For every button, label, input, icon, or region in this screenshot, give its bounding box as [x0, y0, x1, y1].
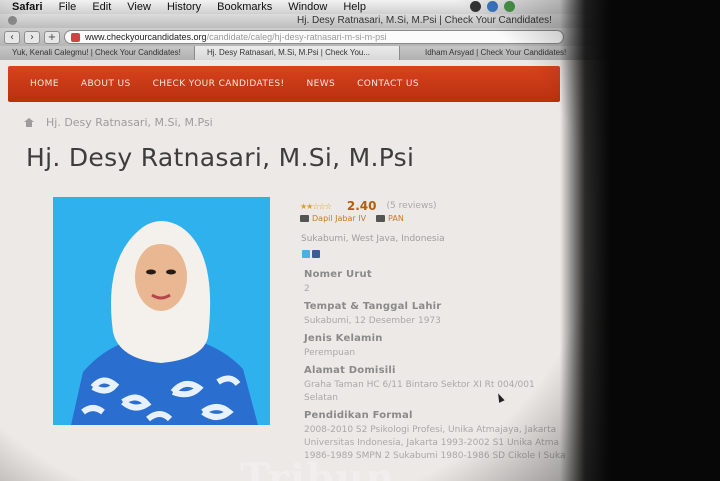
- status-icon-1[interactable]: [470, 1, 481, 12]
- field-value-pendidikan-2: Universitas Indonesia, Jakarta 1993-2002…: [304, 438, 559, 448]
- field-value-jenis-kelamin: Perempuan: [304, 348, 356, 358]
- tab-bar: Yuk, Kenali Calegmu! | Check Your Candid…: [0, 46, 720, 60]
- field-label-nomer-urut: Nomer Urut: [304, 269, 372, 280]
- tag-dapil-label: Dapil Jabar IV: [312, 214, 367, 223]
- breadcrumb-current: Hj. Desy Ratnasari, M.Si, M.Psi: [46, 116, 213, 129]
- social-links: [302, 250, 320, 258]
- status-icon-3[interactable]: [504, 1, 515, 12]
- nav-home[interactable]: HOME: [30, 79, 59, 89]
- folder-icon: [376, 215, 386, 222]
- url-path: /candidate/caleg/hj-desy-ratnasari-m-si-…: [206, 32, 387, 42]
- menu-app-safari[interactable]: Safari: [12, 1, 43, 13]
- field-label-jenis-kelamin: Jenis Kelamin: [304, 333, 383, 344]
- window-title: Hj. Desy Ratnasari, M.Si, M.Psi | Check …: [297, 15, 552, 26]
- field-value-alamat-2: Selatan: [304, 393, 339, 403]
- forward-arrow-icon[interactable]: ›: [24, 30, 40, 44]
- browser-screen: Safari File Edit View History Bookmarks …: [0, 0, 720, 481]
- window-close-icon[interactable]: [8, 16, 17, 25]
- twitter-icon[interactable]: [302, 250, 310, 258]
- menu-view[interactable]: View: [127, 1, 151, 13]
- candidate-location: Sukabumi, West Java, Indonesia: [301, 234, 445, 244]
- window-titlebar: Hj. Desy Ratnasari, M.Si, M.Psi | Check …: [0, 14, 720, 28]
- nav-news[interactable]: NEWS: [306, 79, 335, 89]
- mac-menubar: Safari File Edit View History Bookmarks …: [0, 0, 720, 14]
- candidate-photo: [53, 197, 270, 425]
- status-icons: [470, 1, 515, 12]
- tab-idham-arsyad[interactable]: Idham Arsyad | Check Your Candidates!: [400, 46, 720, 60]
- menu-file[interactable]: File: [59, 1, 77, 13]
- main-nav: HOME ABOUT US CHECK YOUR CANDIDATES! NEW…: [8, 66, 560, 102]
- tab-kenali-calegmu[interactable]: Yuk, Kenali Calegmu! | Check Your Candid…: [0, 46, 195, 60]
- mouse-cursor-icon: [495, 392, 505, 403]
- field-value-alamat: Graha Taman HC 6/11 Bintaro Sektor XI Rt…: [304, 380, 535, 390]
- status-icon-2[interactable]: [487, 1, 498, 12]
- candidate-portrait-image: [53, 197, 270, 425]
- home-icon[interactable]: [24, 118, 34, 127]
- web-page: HOME ABOUT US CHECK YOUR CANDIDATES! NEW…: [0, 60, 720, 481]
- breadcrumb: Hj. Desy Ratnasari, M.Si, M.Psi: [24, 116, 213, 129]
- rating-row: ★★☆☆☆ 2.40 (5 reviews): [300, 199, 437, 213]
- nav-check-your-candidates[interactable]: CHECK YOUR CANDIDATES!: [153, 79, 285, 89]
- facebook-icon[interactable]: [312, 250, 320, 258]
- tag-party[interactable]: PAN: [376, 214, 404, 223]
- site-favicon-icon: [71, 33, 80, 42]
- nav-contact-us[interactable]: CONTACT US: [357, 79, 419, 89]
- nav-about-us[interactable]: ABOUT US: [81, 79, 131, 89]
- folder-icon: [300, 215, 309, 222]
- menu-window[interactable]: Window: [288, 1, 327, 13]
- rating-reviews-link[interactable]: (5 reviews): [386, 201, 436, 211]
- rating-stars-icon[interactable]: ★★☆☆☆: [300, 202, 332, 211]
- watermark-logo: Tribun: [240, 455, 396, 481]
- field-value-ttl: Sukabumi, 12 Desember 1973: [304, 316, 441, 326]
- menu-edit[interactable]: Edit: [92, 1, 111, 13]
- back-arrow-icon[interactable]: ‹: [4, 30, 20, 44]
- menu-history[interactable]: History: [167, 1, 201, 13]
- address-bar[interactable]: www.checkyourcandidates.org/candidate/ca…: [64, 30, 564, 44]
- tag-party-label: PAN: [388, 214, 404, 223]
- field-value-nomer-urut: 2: [304, 284, 310, 294]
- rating-score: 2.40: [346, 199, 377, 213]
- field-value-pendidikan: 2008-2010 S2 Psikologi Profesi, Unika At…: [304, 425, 557, 435]
- menu-bookmarks[interactable]: Bookmarks: [217, 1, 272, 13]
- menu-help[interactable]: Help: [343, 1, 366, 13]
- field-label-alamat: Alamat Domisili: [304, 365, 396, 376]
- field-label-pendidikan: Pendidikan Formal: [304, 410, 413, 421]
- field-label-ttl: Tempat & Tanggal Lahir: [304, 301, 442, 312]
- url-domain: www.checkyourcandidates.org: [85, 32, 207, 42]
- add-bookmark-icon[interactable]: +: [44, 30, 60, 44]
- page-title: Hj. Desy Ratnasari, M.Si, M.Psi: [26, 143, 415, 172]
- tab-desy-ratnasari[interactable]: Hj. Desy Ratnasari, M.Si, M.Psi | Check …: [195, 46, 400, 60]
- candidate-tags: Dapil Jabar IV PAN: [300, 214, 404, 223]
- tag-dapil[interactable]: Dapil Jabar IV: [300, 214, 366, 223]
